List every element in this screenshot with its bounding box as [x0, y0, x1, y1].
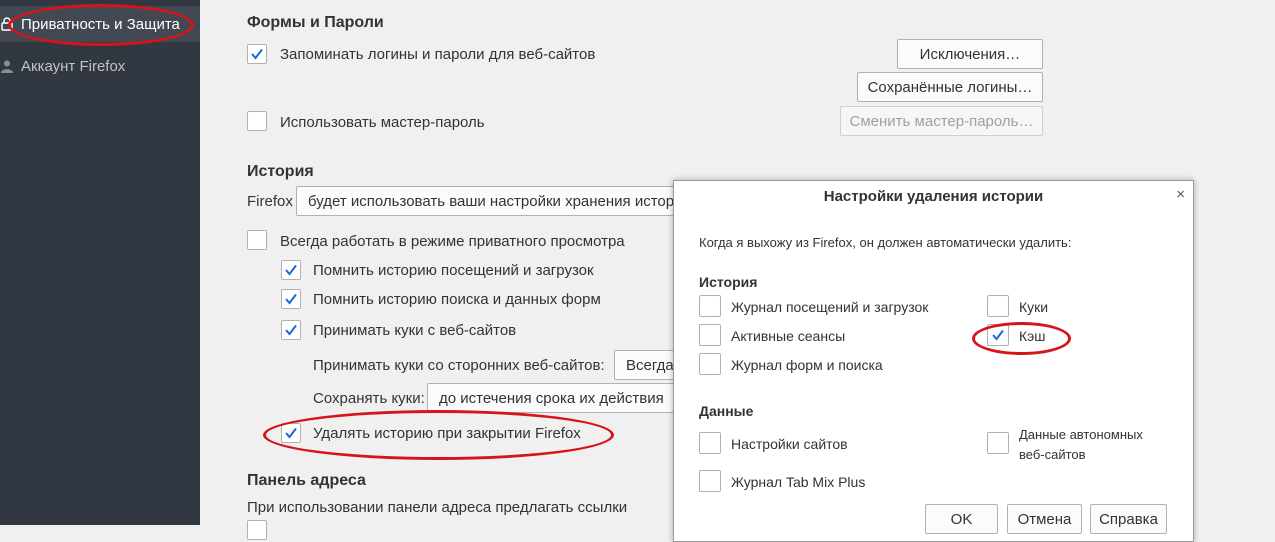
checkmark-icon: [992, 329, 1004, 341]
third-party-cookies-label: Принимать куки со сторонних веб-сайтов:: [313, 357, 605, 374]
sidebar-item-privacy[interactable]: Приватность и Защита: [0, 6, 200, 42]
master-password-label: Использовать мастер-пароль: [280, 114, 485, 131]
exceptions-button[interactable]: Исключения…: [897, 39, 1043, 69]
active-sessions-label: Активные сеансы: [731, 328, 846, 344]
cancel-button[interactable]: Отмена: [1007, 504, 1082, 534]
checkmark-icon: [285, 264, 297, 276]
firefox-label: Firefox: [247, 193, 293, 210]
clear-history-settings-dialog: Настройки удаления истории × Когда я вых…: [673, 180, 1194, 542]
remember-browsing-label: Помнить историю посещений и загрузок: [313, 262, 594, 279]
checkmark-icon: [285, 293, 297, 305]
dialog-title: Настройки удаления истории: [823, 187, 1044, 205]
dialog-history-heading: История: [699, 274, 758, 290]
forms-heading: Формы и Пароли: [247, 14, 384, 31]
keep-cookies-select[interactable]: до истечения срока их действия: [427, 383, 674, 413]
remember-search-label: Помнить историю поиска и данных форм: [313, 291, 601, 308]
address-bar-description: При использовании панели адреса предлага…: [247, 499, 628, 516]
close-icon[interactable]: ×: [1176, 186, 1185, 203]
dialog-data-heading: Данные: [699, 403, 754, 419]
sidebar-item-label: Приватность и Защита: [21, 15, 180, 33]
address-bar-checkbox[interactable]: [247, 520, 267, 540]
account-icon: [1, 60, 13, 73]
history-mode-select[interactable]: будет использовать ваши настройки хранен…: [296, 186, 674, 216]
help-button[interactable]: Справка: [1090, 504, 1167, 534]
sidebar-item-firefox-account[interactable]: Аккаунт Firefox: [0, 48, 200, 84]
ok-button[interactable]: OK: [925, 504, 998, 534]
active-sessions-checkbox[interactable]: [699, 324, 721, 346]
always-private-label: Всегда работать в режиме приватного прос…: [280, 233, 625, 250]
checkmark-icon: [285, 324, 297, 336]
lock-icon: [1, 17, 13, 31]
remember-logins-checkbox[interactable]: [247, 44, 267, 64]
tabmix-log-label: Журнал Tab Mix Plus: [731, 474, 866, 490]
accept-cookies-checkbox[interactable]: [281, 320, 301, 340]
change-master-password-button[interactable]: Сменить мастер-пароль…: [840, 106, 1043, 136]
keep-cookies-label: Сохранять куки:: [313, 390, 425, 407]
third-party-cookies-select[interactable]: Всегда: [614, 350, 674, 380]
clear-on-close-label: Удалять историю при закрытии Firefox: [313, 425, 581, 442]
address-bar-heading: Панель адреса: [247, 472, 366, 489]
cache-checkbox[interactable]: [987, 324, 1009, 346]
offline-data-label-line2: веб-сайтов: [1019, 447, 1086, 462]
form-history-label: Журнал форм и поиска: [731, 357, 883, 373]
always-private-checkbox[interactable]: [247, 230, 267, 250]
form-history-checkbox[interactable]: [699, 353, 721, 375]
clear-on-close-checkbox[interactable]: [281, 423, 301, 443]
tabmix-log-checkbox[interactable]: [699, 470, 721, 492]
offline-data-checkbox[interactable]: [987, 432, 1009, 454]
browsing-history-checkbox[interactable]: [699, 295, 721, 317]
sidebar: Приватность и Защита Аккаунт Firefox: [0, 0, 200, 525]
cookies-checkbox[interactable]: [987, 295, 1009, 317]
site-settings-label: Настройки сайтов: [731, 436, 848, 452]
master-password-checkbox[interactable]: [247, 111, 267, 131]
checkmark-icon: [285, 427, 297, 439]
cache-label: Кэш: [1019, 328, 1046, 344]
accept-cookies-label: Принимать куки с веб-сайтов: [313, 322, 517, 339]
sidebar-item-label: Аккаунт Firefox: [21, 57, 126, 75]
remember-search-checkbox[interactable]: [281, 289, 301, 309]
dialog-intro: Когда я выхожу из Firefox, он должен авт…: [699, 235, 1072, 250]
checkmark-icon: [251, 48, 263, 60]
browsing-history-label: Журнал посещений и загрузок: [731, 299, 929, 315]
saved-logins-button[interactable]: Сохранённые логины…: [857, 72, 1043, 102]
offline-data-label-line1: Данные автономных: [1019, 427, 1143, 442]
remember-logins-label: Запоминать логины и пароли для веб-сайто…: [280, 46, 596, 63]
site-settings-checkbox[interactable]: [699, 432, 721, 454]
history-heading: История: [247, 163, 314, 180]
cookies-label: Куки: [1019, 299, 1049, 315]
remember-browsing-checkbox[interactable]: [281, 260, 301, 280]
